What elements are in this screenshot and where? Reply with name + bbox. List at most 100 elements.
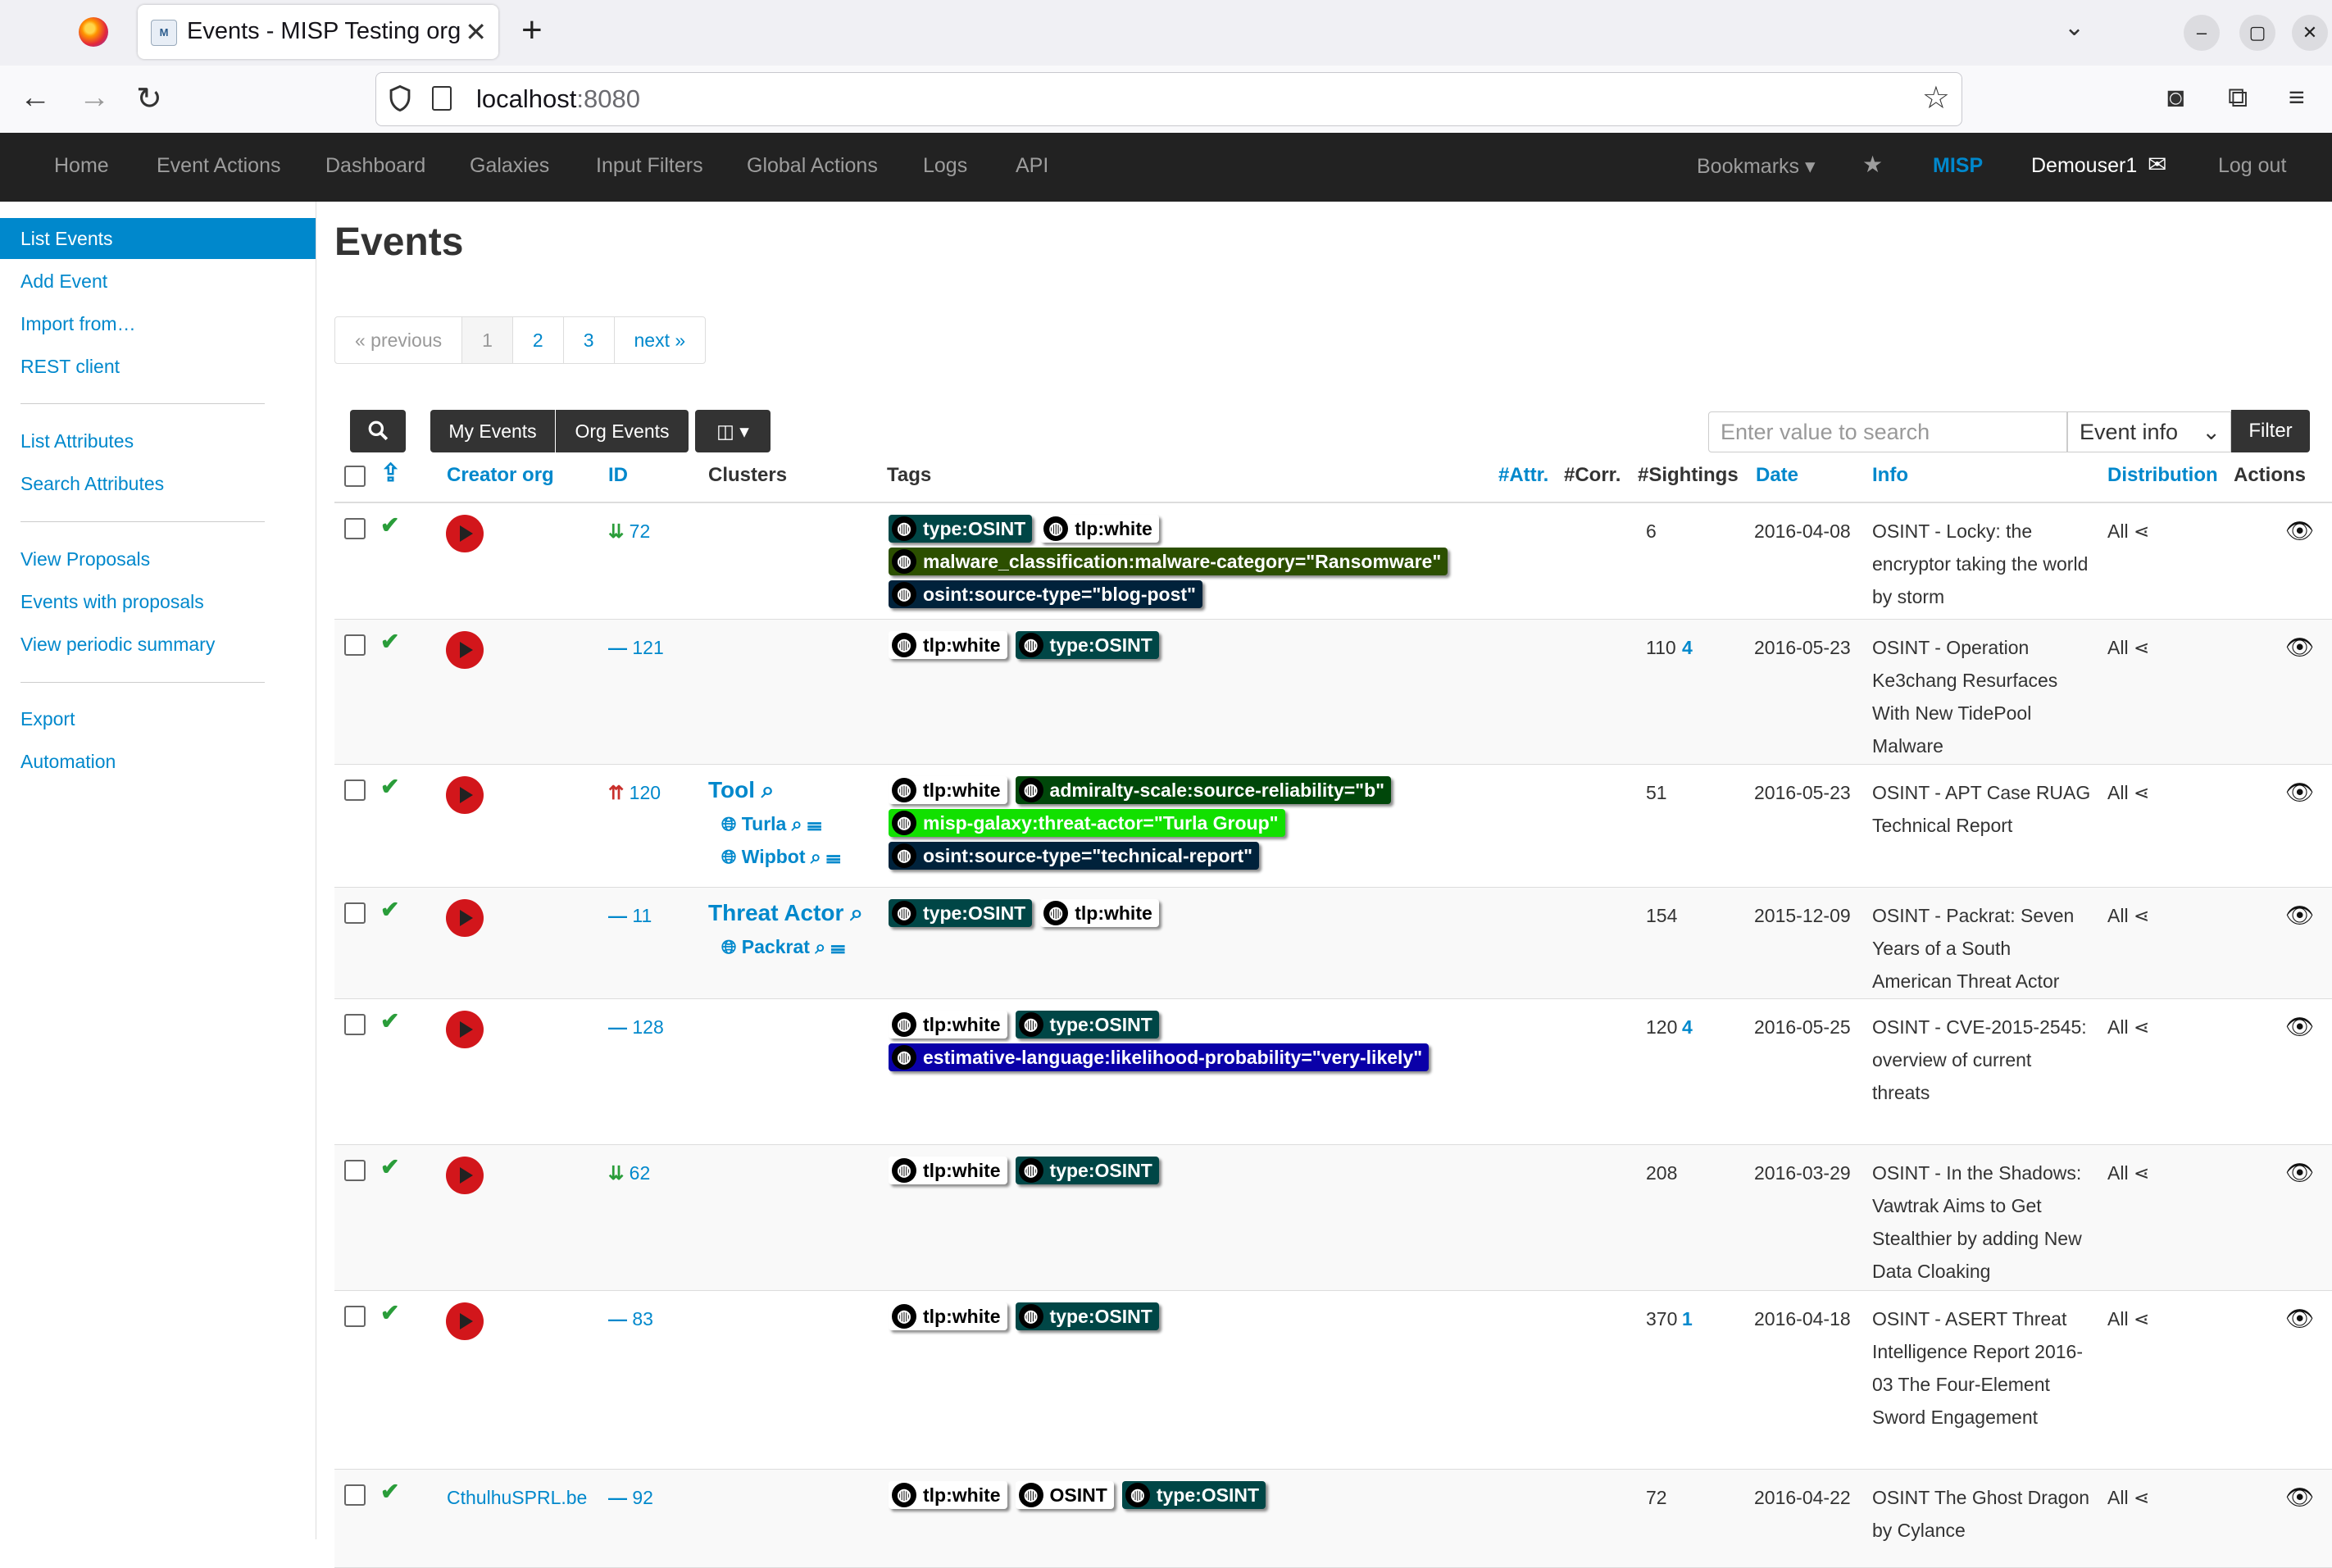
sidebar-item-view-proposals[interactable]: View Proposals bbox=[0, 539, 316, 579]
col-date[interactable]: Date bbox=[1756, 464, 1798, 487]
view-eye-icon[interactable]: 👁︎ bbox=[2285, 1302, 2315, 1335]
nav-input-filters[interactable]: Input Filters bbox=[596, 154, 703, 178]
minimize-icon[interactable]: – bbox=[2184, 15, 2220, 51]
shield-icon[interactable] bbox=[388, 84, 412, 112]
sidebar-item-list-attributes[interactable]: List Attributes bbox=[0, 420, 316, 461]
tag[interactable]: ◍ osint:source-type="blog-post" bbox=[889, 580, 1202, 608]
tag[interactable]: ◍ tlp:white bbox=[889, 1302, 1007, 1330]
extensions-icon[interactable]: ⧉ bbox=[2228, 82, 2248, 114]
tag[interactable]: ◍ OSINT bbox=[1015, 1481, 1114, 1509]
pagination-next[interactable]: next » bbox=[613, 317, 706, 363]
list-icon[interactable]: ☰ bbox=[831, 936, 845, 957]
nav-galaxies[interactable]: Galaxies bbox=[470, 154, 549, 178]
tag[interactable]: ◍ tlp:white bbox=[889, 1011, 1007, 1039]
list-tabs-icon[interactable]: ⌄ bbox=[2064, 13, 2084, 42]
sidebar-item-automation[interactable]: Automation bbox=[0, 741, 316, 782]
col-id[interactable]: ID bbox=[608, 464, 628, 487]
sidebar-item-add-event[interactable]: Add Event bbox=[0, 261, 316, 302]
row-checkbox[interactable] bbox=[344, 1306, 366, 1327]
org-logo-icon[interactable] bbox=[446, 1157, 484, 1194]
browser-tab[interactable]: M Events - MISP Testing org ✕ bbox=[138, 5, 498, 59]
nav-brand[interactable]: MISP bbox=[1933, 154, 1983, 178]
col-attr[interactable]: #Attr. bbox=[1498, 464, 1548, 487]
url-text[interactable]: localhost:8080 bbox=[476, 84, 640, 114]
col-info[interactable]: Info bbox=[1872, 464, 1908, 487]
filter-button[interactable]: Filter bbox=[2231, 410, 2310, 452]
sidebar-item-periodic-summary[interactable]: View periodic summary bbox=[0, 624, 316, 665]
row-checkbox[interactable] bbox=[344, 1484, 366, 1506]
correlation-count[interactable]: 4 bbox=[1682, 1011, 1693, 1043]
tag[interactable]: ◍ type:OSINT bbox=[1121, 1481, 1266, 1509]
select-all-checkbox[interactable] bbox=[344, 466, 366, 487]
tag[interactable]: ◍ tlp:white bbox=[889, 776, 1007, 804]
list-icon[interactable]: ☰ bbox=[807, 813, 821, 834]
event-id-link[interactable]: ⇈ 120 bbox=[608, 776, 661, 809]
event-id-link[interactable]: ⇊ 72 bbox=[608, 515, 650, 548]
new-tab-button[interactable]: + bbox=[521, 10, 543, 51]
col-distribution[interactable]: Distribution bbox=[2107, 464, 2218, 487]
pagination-page[interactable]: 2 bbox=[511, 317, 563, 363]
url-bar[interactable]: localhost:8080 ☆ bbox=[375, 72, 1962, 126]
pagination-page[interactable]: 1 bbox=[461, 317, 512, 363]
tag[interactable]: ◍ tlp:white bbox=[1040, 515, 1159, 543]
event-id-link[interactable]: — 83 bbox=[608, 1302, 653, 1335]
bookmark-star-icon[interactable]: ☆ bbox=[1922, 80, 1950, 116]
org-logo-icon[interactable] bbox=[446, 776, 484, 814]
search-icon[interactable]: ⌕ bbox=[761, 777, 775, 802]
cluster-title[interactable]: Tool ⌕ bbox=[708, 773, 840, 807]
correlation-count[interactable]: 4 bbox=[1682, 631, 1693, 664]
org-logo-icon[interactable] bbox=[446, 631, 484, 669]
tag[interactable]: ◍ type:OSINT bbox=[1015, 1011, 1159, 1039]
cluster-item[interactable]: 🌐︎ Packrat ⌕ ☰ bbox=[708, 930, 863, 963]
event-id-link[interactable]: — 11 bbox=[608, 899, 652, 932]
view-eye-icon[interactable]: 👁︎ bbox=[2285, 1011, 2315, 1043]
tag[interactable]: ◍ type:OSINT bbox=[889, 899, 1033, 927]
nav-logout[interactable]: Log out bbox=[2218, 154, 2286, 178]
search-icon[interactable]: ⌕ bbox=[792, 813, 807, 834]
search-input[interactable]: Enter value to search bbox=[1708, 411, 2067, 452]
nav-api[interactable]: API bbox=[1016, 154, 1048, 178]
sidebar-item-search-attributes[interactable]: Search Attributes bbox=[0, 463, 316, 504]
sidebar-item-list-events[interactable]: List Events bbox=[0, 218, 316, 259]
firefox-icon[interactable] bbox=[79, 17, 108, 47]
envelope-icon[interactable]: ✉ bbox=[2148, 151, 2166, 178]
nav-dashboard[interactable]: Dashboard bbox=[325, 154, 425, 178]
row-checkbox[interactable] bbox=[344, 779, 366, 801]
tag[interactable]: ◍ tlp:white bbox=[889, 1481, 1007, 1509]
tag[interactable]: ◍ type:OSINT bbox=[1015, 1302, 1159, 1330]
view-eye-icon[interactable]: 👁︎ bbox=[2285, 776, 2315, 809]
row-checkbox[interactable] bbox=[344, 1160, 366, 1181]
forward-icon[interactable]: → bbox=[79, 80, 110, 116]
creator-org-link[interactable]: CthulhuSPRL.be bbox=[447, 1481, 587, 1514]
pagination-page[interactable]: 3 bbox=[562, 317, 614, 363]
columns-dropdown-button[interactable]: ◫ ▾ bbox=[695, 410, 771, 452]
view-eye-icon[interactable]: 👁︎ bbox=[2285, 631, 2315, 664]
menu-icon[interactable]: ≡ bbox=[2289, 82, 2305, 114]
cluster-item[interactable]: 🌐︎ Wipbot ⌕ ☰ bbox=[708, 840, 840, 873]
publish-icon[interactable]: ⇪ bbox=[380, 459, 401, 488]
event-id-link[interactable]: — 121 bbox=[608, 631, 664, 664]
tag[interactable]: ◍ tlp:white bbox=[889, 631, 1007, 659]
tag[interactable]: ◍ malware_classification:malware-category… bbox=[889, 548, 1448, 575]
sidebar-item-events-with-proposals[interactable]: Events with proposals bbox=[0, 581, 316, 622]
list-icon[interactable]: ☰ bbox=[826, 846, 840, 867]
org-logo-icon[interactable] bbox=[446, 899, 484, 937]
view-eye-icon[interactable]: 👁︎ bbox=[2285, 1157, 2315, 1189]
search-field-select[interactable]: Event info ⌄ bbox=[2067, 411, 2231, 452]
org-logo-icon[interactable] bbox=[446, 1302, 484, 1340]
maximize-icon[interactable]: ▢ bbox=[2239, 15, 2275, 51]
row-checkbox[interactable] bbox=[344, 1014, 366, 1035]
tag[interactable]: ◍ type:OSINT bbox=[1015, 1157, 1159, 1184]
star-icon[interactable]: ★ bbox=[1862, 151, 1883, 178]
sidebar-item-export[interactable]: Export bbox=[0, 698, 316, 739]
tag[interactable]: ◍ osint:source-type="technical-report" bbox=[889, 842, 1260, 870]
tag[interactable]: ◍ type:OSINT bbox=[889, 515, 1033, 543]
view-eye-icon[interactable]: 👁︎ bbox=[2285, 515, 2315, 548]
event-id-link[interactable]: — 128 bbox=[608, 1011, 664, 1043]
tag[interactable]: ◍ type:OSINT bbox=[1015, 631, 1159, 659]
page-icon[interactable] bbox=[432, 86, 452, 111]
reload-icon[interactable]: ↻ bbox=[136, 80, 162, 117]
pagination-previous[interactable]: « previous bbox=[335, 317, 461, 363]
row-checkbox[interactable] bbox=[344, 634, 366, 656]
sidebar-item-rest-client[interactable]: REST client bbox=[0, 346, 316, 387]
